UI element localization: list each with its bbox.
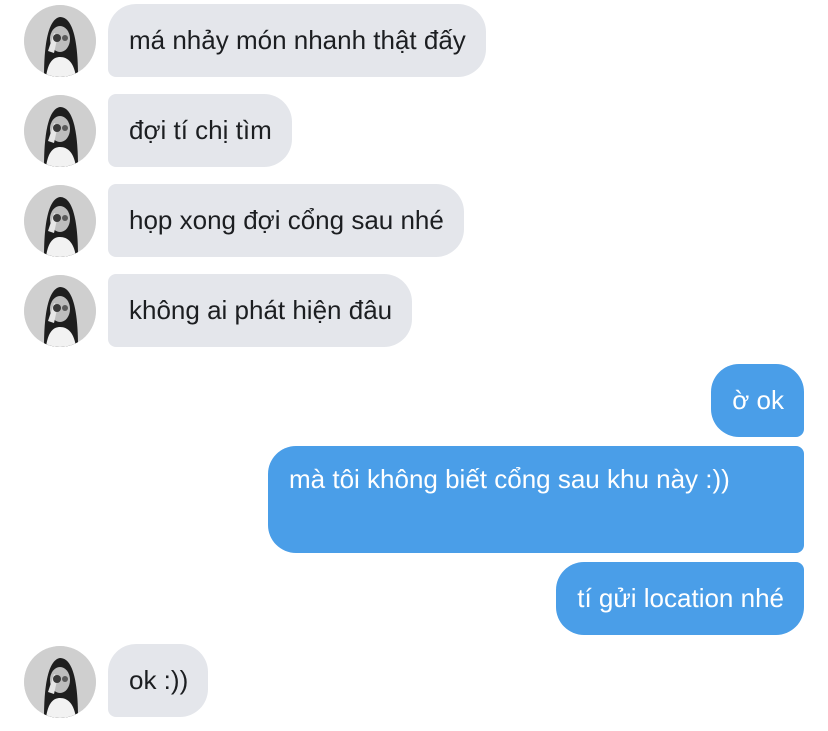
message-bubble-outgoing[interactable]: tí gửi location nhé: [556, 562, 804, 635]
message-text: tí gửi location nhé: [577, 583, 784, 613]
message-text: ok :)): [129, 665, 189, 695]
contact-avatar[interactable]: [24, 185, 96, 257]
contact-avatar[interactable]: [24, 275, 96, 347]
message-bubble-incoming[interactable]: đợi tí chị tìm: [108, 94, 292, 167]
contact-avatar[interactable]: [24, 646, 96, 718]
message-text: đợi tí chị tìm: [129, 115, 272, 145]
message-bubble-incoming[interactable]: không ai phát hiện đâu: [108, 274, 413, 347]
message-bubble-outgoing[interactable]: ờ ok: [711, 364, 804, 437]
message-bubble-incoming[interactable]: họp xong đợi cổng sau nhé: [108, 184, 464, 257]
message-text: má nhảy món nhanh thật đấy: [129, 25, 466, 55]
message-bubble-incoming[interactable]: ok :)): [108, 644, 209, 717]
message-text: mà tôi không biết cổng sau khu này :)): [289, 464, 730, 494]
message-bubble-outgoing[interactable]: mà tôi không biết cổng sau khu này :)): [268, 446, 804, 553]
message-bubble-incoming[interactable]: má nhảy món nhanh thật đấy: [108, 4, 486, 77]
message-text: họp xong đợi cổng sau nhé: [129, 205, 444, 235]
contact-avatar[interactable]: [24, 95, 96, 167]
contact-avatar[interactable]: [24, 5, 96, 77]
message-text: không ai phát hiện đâu: [129, 295, 393, 325]
message-text: ờ ok: [732, 385, 784, 415]
